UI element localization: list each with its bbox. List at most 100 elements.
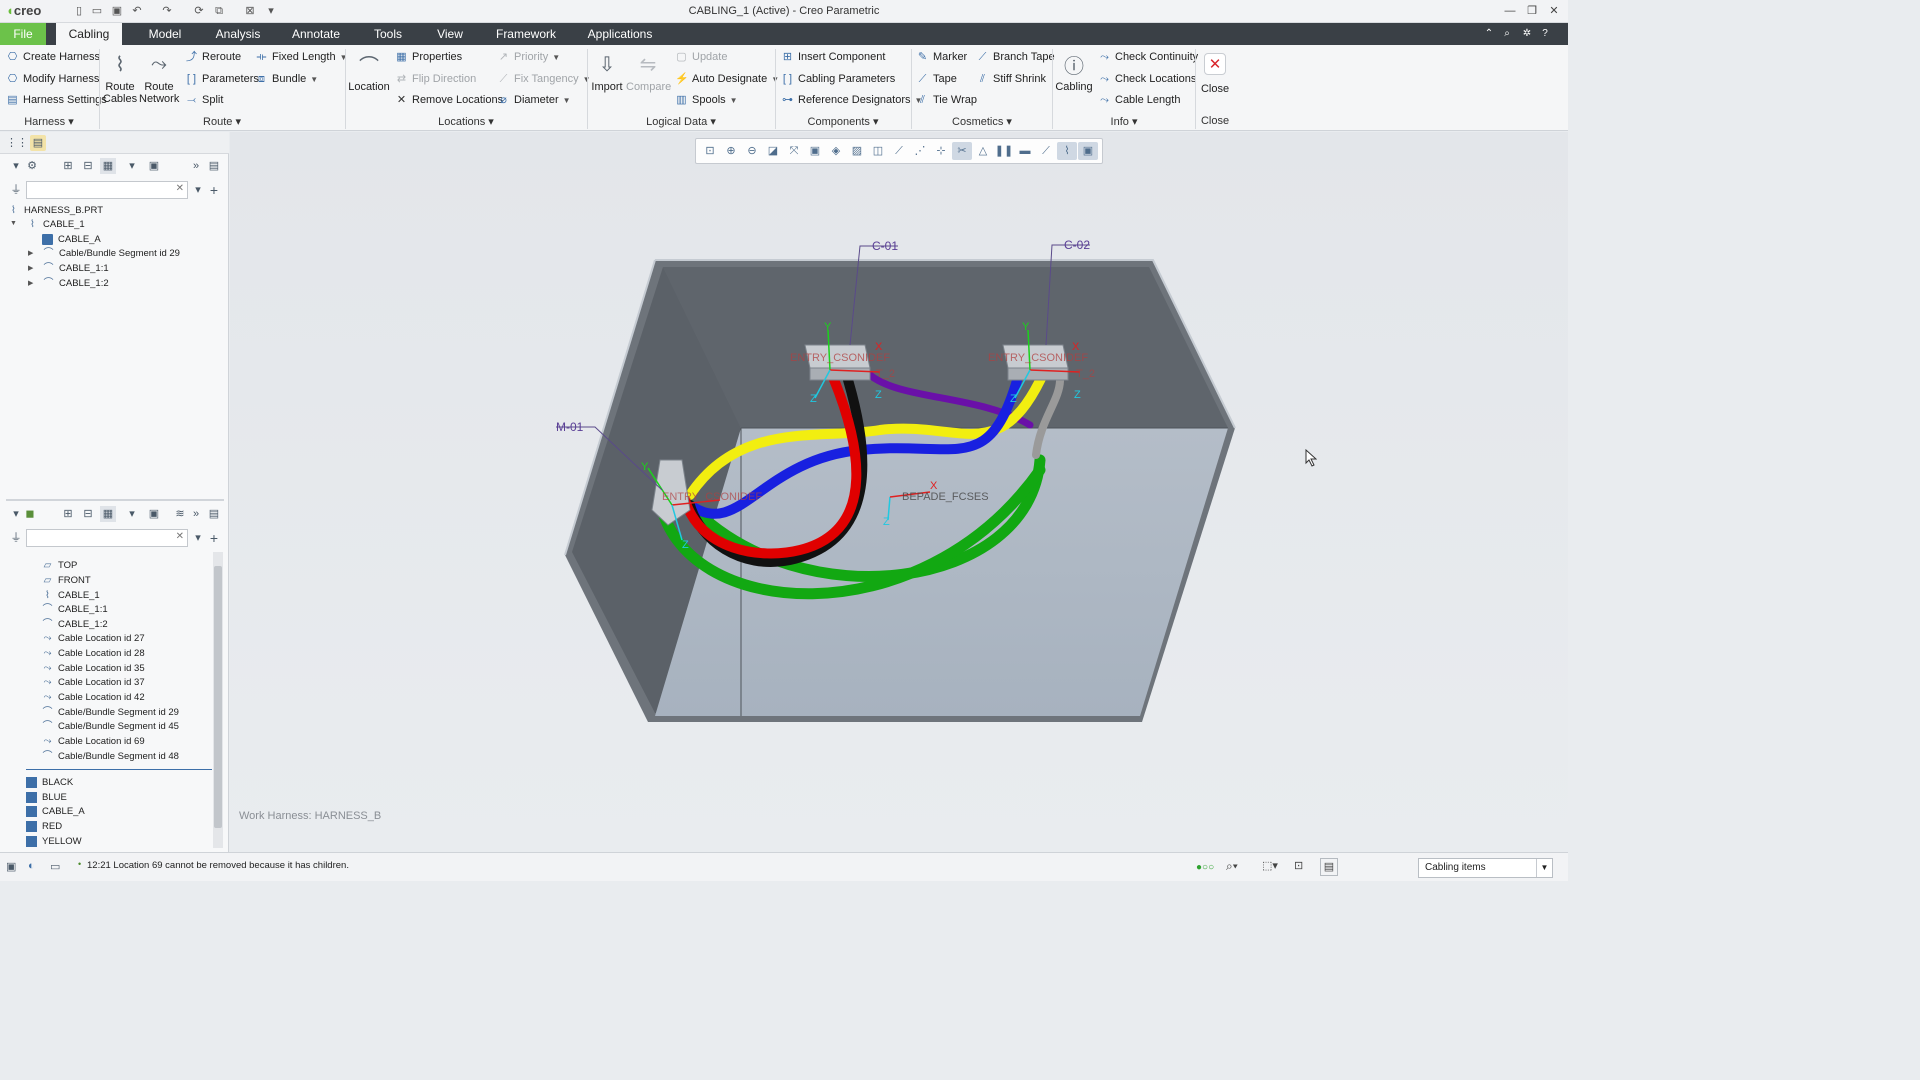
tree-item-location-28[interactable]: ⤳ Cable Location id 28 (42, 646, 145, 660)
help-icon[interactable]: ? (1538, 23, 1552, 45)
show-icon[interactable]: ▣ (146, 158, 162, 174)
smart-select-icon[interactable]: ▤ (1320, 858, 1338, 876)
tree-columns-icon[interactable]: ▦ (100, 506, 116, 522)
bundle-button[interactable]: ⧈ Bundle ▼ (255, 71, 318, 87)
tie-wrap-button[interactable]: ⫽ Tie Wrap (916, 92, 977, 108)
collapse-tree-icon[interactable]: ⊟ (80, 158, 96, 174)
tree-item-location-37[interactable]: ⤳ Cable Location id 37 (42, 675, 145, 689)
reference-designators-button[interactable]: ⊶ Reference Designators ▼ (781, 92, 922, 108)
show-browser-icon[interactable]: ◐ (28, 860, 42, 874)
parameters-button[interactable]: [ ] Parameters (185, 71, 259, 87)
spool-black[interactable]: BLACK (26, 775, 73, 789)
search-icon[interactable]: ⌕ (1500, 23, 1514, 45)
priority-button[interactable]: ↗ Priority ▼ (497, 49, 560, 65)
tree-item-segment-29[interactable]: ⌒ Cable/Bundle Segment id 29 (42, 705, 179, 719)
minimize-icon[interactable]: — (1503, 4, 1517, 18)
tree-menu-icon[interactable]: ▾ (8, 158, 24, 174)
tree-options-icon[interactable]: ▤ (206, 506, 222, 522)
insert-indicator[interactable] (26, 769, 212, 770)
clear-search-icon[interactable]: ✕ (176, 531, 184, 542)
selection-filter-dropdown[interactable]: Cabling items ▼ (1418, 858, 1553, 878)
tree-item-cable-1-2[interactable]: ▶ ⌒ CABLE_1:2 (28, 276, 109, 290)
graphics-window[interactable]: ⊡ ⊕ ⊖ ◪ ⤧ ▣ ◈ ▨ ◫ ⟋ ⋰ ⊹ ✂ △ ❚❚ ▬ ⟋ ⌇ ▣ Y… (230, 132, 1568, 852)
more-icon[interactable]: » (188, 158, 204, 174)
harness-settings-button[interactable]: ▤ Harness Settings (6, 92, 106, 108)
group-components[interactable]: Components ▾ (776, 115, 910, 128)
tree-options-icon[interactable]: ▤ (206, 158, 222, 174)
more-icon[interactable]: » (188, 506, 204, 522)
close-button[interactable]: ✕ Close (1198, 53, 1232, 95)
diameter-button[interactable]: ⌀ Diameter ▼ (497, 92, 570, 108)
import-button[interactable]: ⇩ Import (590, 49, 624, 94)
tree-search-input[interactable]: ✕ (26, 529, 188, 547)
tree-item-front[interactable]: ▱ FRONT (42, 573, 91, 587)
collapse-tree-icon[interactable]: ⊟ (80, 506, 96, 522)
tree-columns-icon[interactable]: ▦ (100, 158, 116, 174)
tree-filter-icon[interactable]: ⚙ (24, 158, 40, 174)
auto-designate-button[interactable]: ⚡Auto Designate▼ (675, 71, 779, 87)
group-logical-data[interactable]: Logical Data ▾ (588, 115, 774, 128)
tree-item-segment-45[interactable]: ⌒ Cable/Bundle Segment id 45 (42, 719, 179, 733)
add-filter-icon[interactable]: + (206, 182, 222, 198)
show-navigator-icon[interactable]: ▣ (6, 860, 20, 874)
modify-harness-button[interactable]: ⎔ Modify Harness (6, 71, 100, 87)
group-locations[interactable]: Locations ▾ (346, 115, 586, 128)
flip-direction-button[interactable]: ⇄ Flip Direction (395, 71, 476, 87)
tab-annotate[interactable]: Annotate (286, 23, 346, 45)
split-button[interactable]: ⤙ Split (185, 92, 223, 108)
compare-button[interactable]: ⇋ Compare (626, 49, 671, 94)
tab-model[interactable]: Model (140, 23, 190, 45)
check-locations-button[interactable]: ⤳ Check Locations (1098, 71, 1196, 87)
group-info[interactable]: Info ▾ (1053, 115, 1195, 128)
properties-button[interactable]: ▦ Properties (395, 49, 462, 65)
clear-search-icon[interactable]: ✕ (176, 183, 184, 194)
select-all-icon[interactable]: ⊡ (1294, 859, 1308, 875)
route-cables-button[interactable]: ⌇ Route Cables (102, 49, 138, 106)
tab-framework[interactable]: Framework (490, 23, 562, 45)
collapse-ribbon-icon[interactable]: ⌃ (1482, 23, 1496, 45)
tree-scrollbar[interactable] (213, 552, 223, 848)
tree-search-input[interactable]: ✕ (26, 181, 188, 199)
expand-right-icon[interactable]: ▶ (28, 249, 33, 257)
tree-item-segment-48[interactable]: ⌒ Cable/Bundle Segment id 48 (42, 749, 179, 763)
tab-file[interactable]: File (0, 23, 46, 45)
spool-cable-a[interactable]: CABLE_A (26, 804, 85, 818)
add-filter-icon[interactable]: + (206, 530, 222, 546)
restore-icon[interactable]: ❐ (1525, 4, 1539, 18)
fix-tangency-button[interactable]: ⟋Fix Tangency▼ (497, 71, 591, 87)
tree-item-cable-1[interactable]: ⌇ CABLE_1 (42, 588, 100, 602)
tree-item-location-42[interactable]: ⤳ Cable Location id 42 (42, 690, 145, 704)
expand-down-icon[interactable]: ▼ (10, 220, 17, 227)
label-c01[interactable]: C-01 (872, 239, 898, 253)
tree-settings-icon[interactable]: ▾ (124, 158, 140, 174)
tree-item-cable-a[interactable]: CABLE_A (42, 232, 101, 246)
model-tree-tab-icon[interactable]: ⋮⋮ (6, 135, 28, 151)
tree-item-cable-1[interactable]: ▼ ⌇ CABLE_1 (10, 217, 85, 231)
panel-splitter[interactable] (6, 499, 224, 501)
label-c02[interactable]: C-02 (1064, 238, 1090, 252)
model-icon[interactable]: ◼ (22, 506, 38, 522)
cabling-info-button[interactable]: ⓘ Cabling (1055, 49, 1093, 94)
show-icon[interactable]: ▣ (146, 506, 162, 522)
full-screen-icon[interactable]: ▭ (50, 860, 64, 874)
tab-tools[interactable]: Tools (366, 23, 410, 45)
insert-component-button[interactable]: ⊞ Insert Component (781, 49, 886, 65)
expand-tree-icon[interactable]: ⊞ (60, 158, 76, 174)
tree-item-cable-1-1[interactable]: ▶ ⌒ CABLE_1:1 (28, 261, 109, 275)
expand-right-icon[interactable]: ▶ (28, 264, 33, 272)
cable-length-button[interactable]: ⤳ Cable Length (1098, 92, 1180, 108)
close-icon[interactable]: ✕ (1547, 4, 1561, 18)
marker-button[interactable]: ✎ Marker (916, 49, 967, 65)
tree-item-location-69[interactable]: ⤳ Cable Location id 69 (42, 734, 145, 748)
tape-button[interactable]: ⟋ Tape (916, 71, 957, 87)
tree-item-segment-29[interactable]: ▶ ⌒ Cable/Bundle Segment id 29 (28, 246, 180, 260)
cabling-parameters-button[interactable]: [ ] Cabling Parameters (781, 71, 895, 87)
tab-cabling[interactable]: Cabling (56, 23, 122, 45)
tree-item-location-27[interactable]: ⤳ Cable Location id 27 (42, 631, 145, 645)
remove-locations-button[interactable]: ✕ Remove Locations (395, 92, 503, 108)
layer-tree-tab-icon[interactable]: ▤ (30, 135, 46, 151)
selection-box-icon[interactable]: ⬚▾ (1262, 859, 1282, 875)
check-continuity-button[interactable]: ⤳ Check Continuity (1098, 49, 1198, 65)
find-icon[interactable]: ⌕▾ (1226, 859, 1246, 875)
tree-settings-icon[interactable]: ▾ (124, 506, 140, 522)
